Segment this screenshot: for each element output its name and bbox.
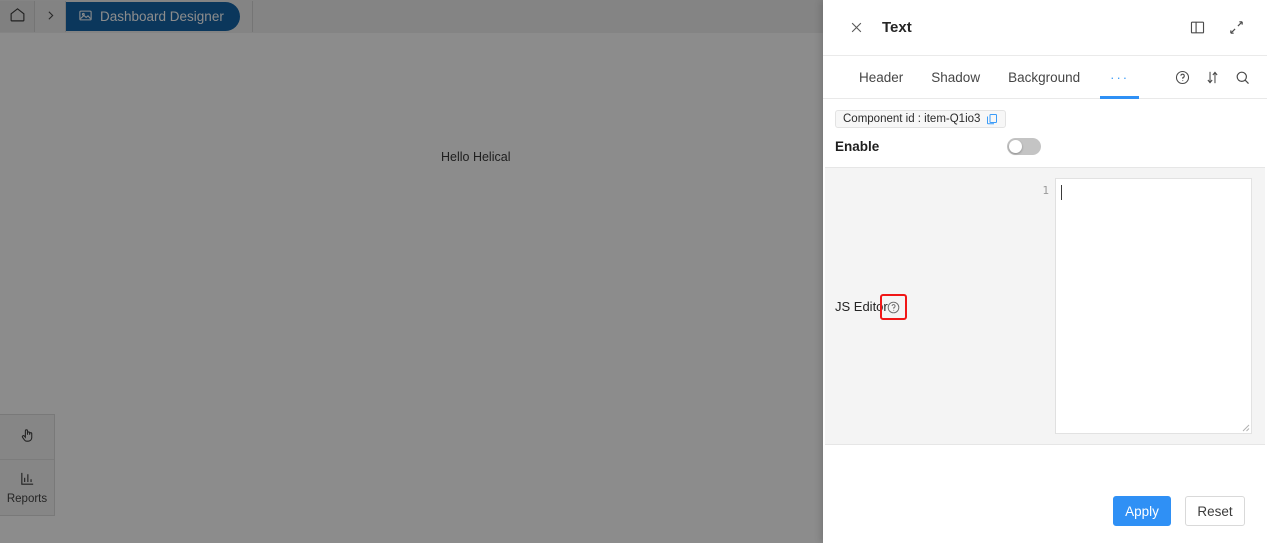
tab-more[interactable]: ··· xyxy=(1094,56,1145,99)
help-circle-icon[interactable] xyxy=(886,300,901,315)
editor-line-numbers: 1 xyxy=(1030,178,1056,434)
js-editor-help-highlight xyxy=(880,294,907,320)
panel-tab-bar: Header Shadow Background ··· xyxy=(823,56,1267,99)
tab-background[interactable]: Background xyxy=(994,56,1094,98)
component-id-chip[interactable]: Component id : item-Q1io3 xyxy=(835,110,1007,128)
js-editor-section: JS Editor 1 xyxy=(825,167,1265,445)
close-icon[interactable] xyxy=(849,20,864,35)
toggle-knob xyxy=(1009,140,1022,153)
enable-toggle[interactable] xyxy=(1007,138,1041,155)
tab-header[interactable]: Header xyxy=(845,56,917,98)
search-icon[interactable] xyxy=(1227,56,1257,98)
help-circle-icon[interactable] xyxy=(1167,56,1197,98)
panel-header: Text xyxy=(823,0,1267,56)
component-id-row: Component id : item-Q1io3 xyxy=(823,99,1267,128)
panel-layout-icon[interactable] xyxy=(1189,19,1206,36)
text-settings-panel: Text Header Shadow Background ··· Compon… xyxy=(823,0,1267,543)
tab-shadow[interactable]: Shadow xyxy=(917,56,994,98)
tab-bar-spacer xyxy=(1145,56,1167,98)
sort-arrows-icon[interactable] xyxy=(1197,56,1227,98)
panel-title: Text xyxy=(882,19,912,36)
reset-button[interactable]: Reset xyxy=(1185,496,1245,526)
js-editor-label-wrap: JS Editor xyxy=(825,168,1030,444)
code-editor-shell: 1 xyxy=(1030,168,1265,444)
component-id-text: Component id : item-Q1io3 xyxy=(843,113,981,125)
modal-overlay[interactable] xyxy=(0,0,823,543)
apply-button[interactable]: Apply xyxy=(1113,496,1171,526)
code-editor-input[interactable] xyxy=(1056,178,1252,434)
resize-grip-icon[interactable] xyxy=(1238,420,1250,432)
enable-row: Enable xyxy=(823,128,1267,167)
panel-footer: Apply Reset xyxy=(823,496,1267,543)
copy-icon[interactable] xyxy=(986,113,998,125)
expand-diagonal-icon[interactable] xyxy=(1228,19,1245,36)
text-caret xyxy=(1061,185,1062,200)
enable-label: Enable xyxy=(835,139,880,154)
